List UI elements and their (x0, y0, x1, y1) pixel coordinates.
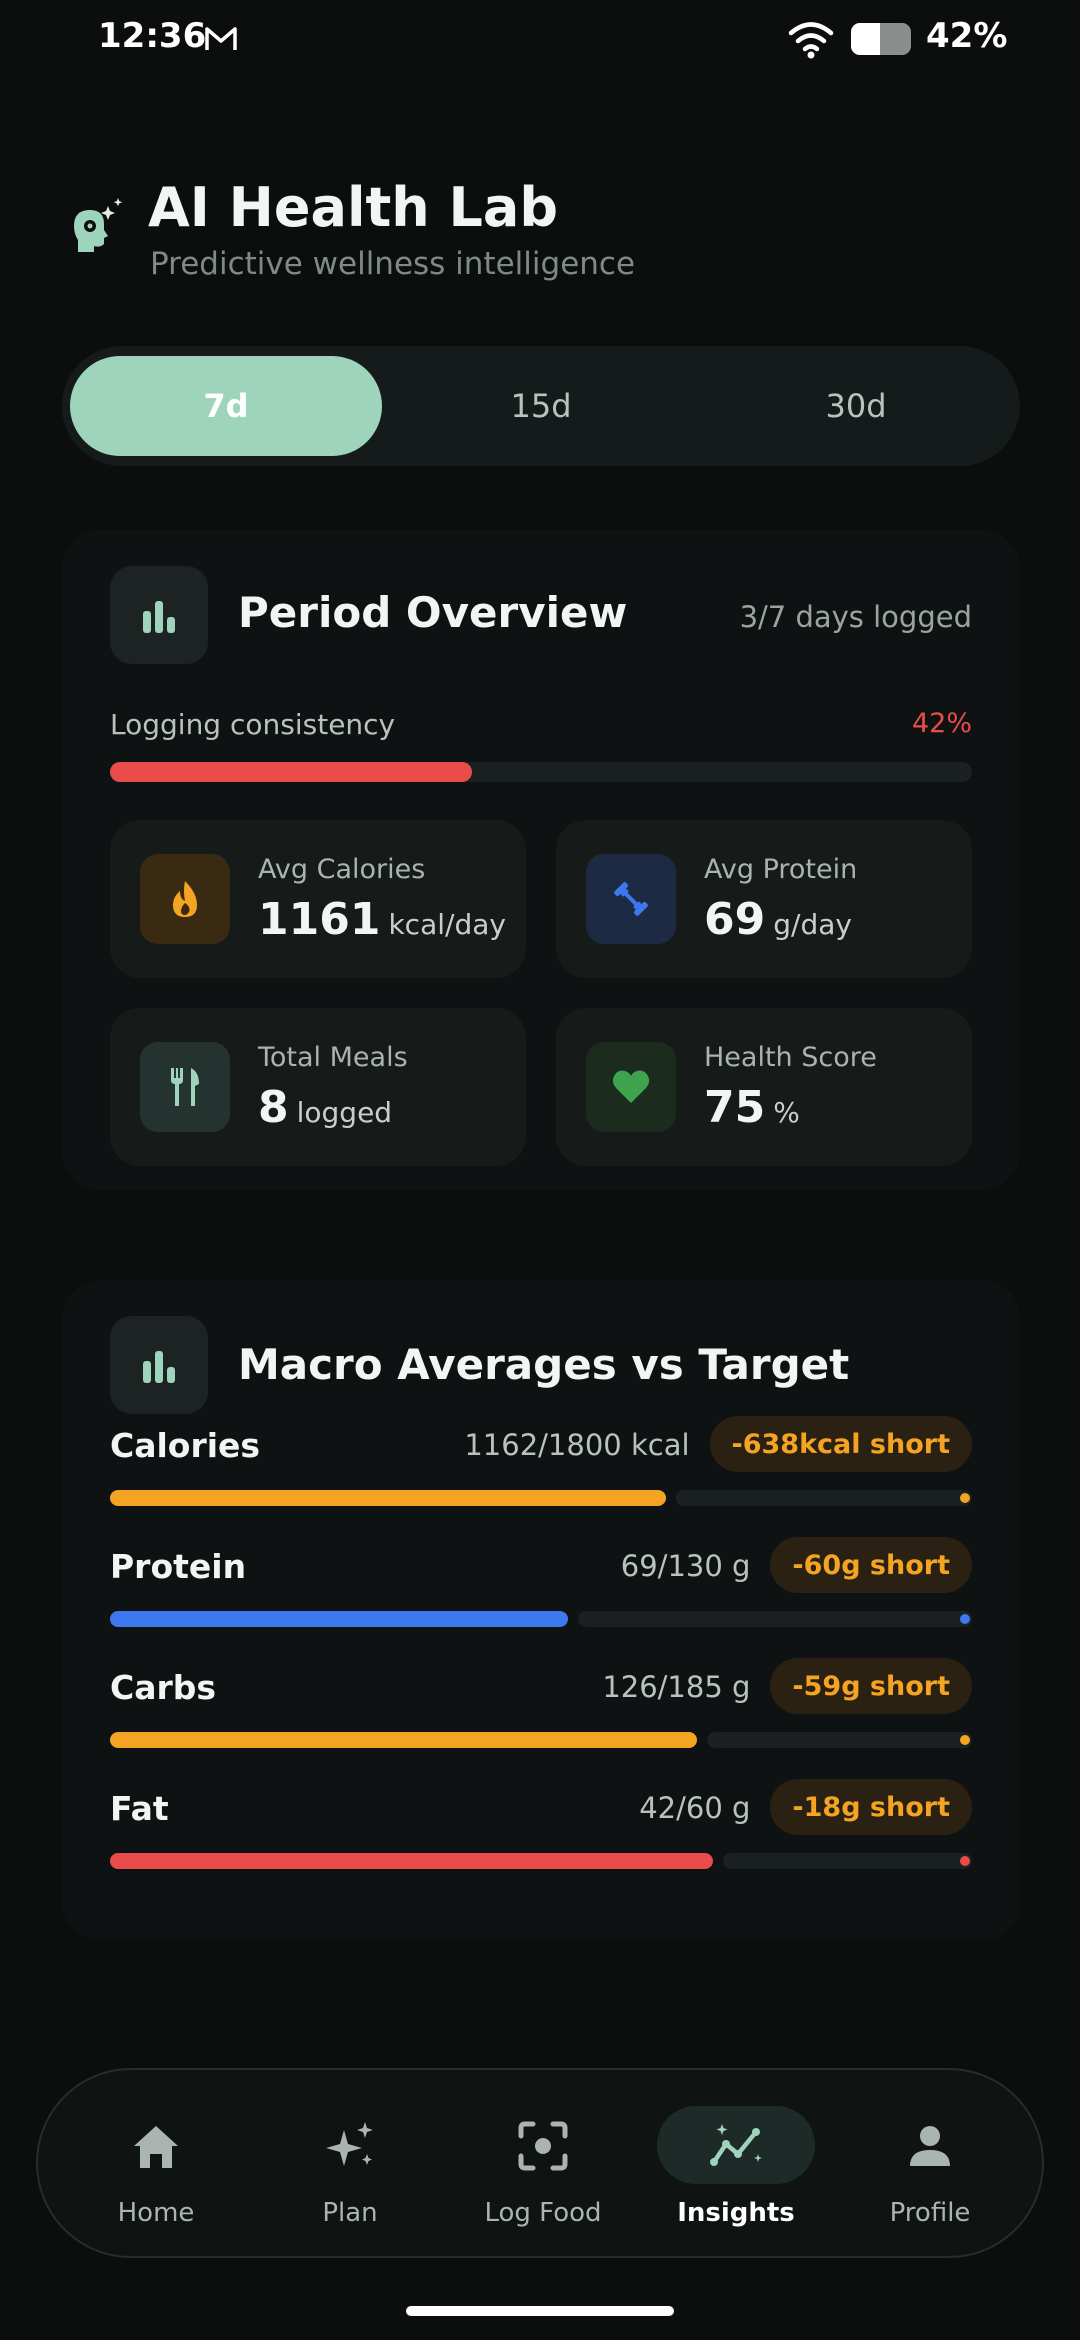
stat-icon-tile (586, 854, 676, 944)
shortfall-badge: -59g short (770, 1658, 972, 1714)
macro-name: Fat (110, 1789, 169, 1828)
consistency-bar (110, 762, 972, 782)
wifi-icon (788, 22, 834, 59)
stat-label: Avg Calories (258, 854, 426, 885)
macro-target-dot (960, 1493, 970, 1503)
macro-bar-fill (110, 1611, 568, 1627)
stat-label: Health Score (704, 1042, 877, 1073)
macro-amount: 1162/1800 kcal (464, 1428, 690, 1462)
macro-bar-remaining (578, 1611, 972, 1627)
nav-label: Plan (322, 2198, 378, 2228)
overview-title: Period Overview (238, 588, 628, 637)
shortfall-badge: -18g short (770, 1779, 972, 1835)
insights-icon (710, 2124, 762, 2166)
macro-amount: 42/60 g (639, 1791, 751, 1825)
tab-7d[interactable]: 7d (70, 356, 382, 456)
macro-bar-remaining (723, 1853, 972, 1869)
stat-icon-tile (586, 1042, 676, 1132)
bar-chart-icon (143, 1351, 175, 1383)
ai-brain-icon (74, 198, 123, 252)
macro-target-dot (960, 1735, 970, 1745)
nav-log-food[interactable]: Log Food (448, 2070, 638, 2260)
home-indicator[interactable] (406, 2306, 674, 2316)
stat-avg-calories: Avg Calories 1161 kcal/day (110, 820, 526, 978)
days-logged: 3/7 days logged (739, 600, 972, 634)
range-selector: 7d 15d 30d (62, 346, 1020, 466)
bar-chart-icon (143, 601, 175, 633)
nav-insights[interactable]: Insights (641, 2070, 831, 2260)
battery-icon (851, 23, 911, 55)
stat-label: Total Meals (258, 1042, 408, 1073)
stat-value: 69 g/day (704, 894, 852, 945)
macro-bar-fill (110, 1732, 697, 1748)
heart-icon (612, 1070, 650, 1103)
macro-bar-fill (110, 1853, 713, 1869)
stat-value: 75% (704, 1082, 800, 1133)
battery-percent: 42% (926, 16, 1008, 56)
macro-amount: 126/185 g (602, 1670, 751, 1704)
consistency-label: Logging consistency (110, 708, 396, 741)
macro-icon-tile (110, 1316, 208, 1414)
profile-icon (910, 2126, 950, 2166)
macro-target-dot (960, 1856, 970, 1866)
overview-icon-tile (110, 566, 208, 664)
shortfall-badge: -638kcal short (709, 1416, 972, 1472)
page-title: AI Health Lab (148, 176, 559, 239)
nav-plan[interactable]: Plan (255, 2070, 445, 2260)
fork-knife-icon (171, 1068, 199, 1106)
macro-name: Calories (110, 1426, 261, 1465)
tab-30d[interactable]: 30d (700, 356, 1012, 456)
nav-label: Home (117, 2198, 195, 2228)
nav-label: Log Food (484, 2198, 602, 2228)
page-subtitle: Predictive wellness intelligence (150, 246, 636, 282)
home-icon (134, 2126, 178, 2168)
macro-bar-remaining (676, 1490, 972, 1506)
scan-icon (518, 2121, 568, 2171)
dumbbell-icon (614, 882, 648, 916)
consistency-value: 42% (911, 708, 972, 739)
macro-target-dot (960, 1614, 970, 1624)
stat-icon-tile (140, 854, 230, 944)
macro-averages-card: Macro Averages vs Target Calories -638kca… (62, 1280, 1020, 1940)
macro-amount: 69/130 g (620, 1549, 751, 1583)
tab-15d[interactable]: 15d (386, 356, 696, 456)
sparkle-icon (326, 2122, 373, 2166)
nav-label: Insights (677, 2198, 795, 2228)
period-overview-card: Period Overview 3/7 days logged Logging … (62, 530, 1020, 1190)
stat-avg-protein: Avg Protein 69 g/day (556, 820, 972, 978)
nav-profile[interactable]: Profile (835, 2070, 1025, 2260)
stat-label: Avg Protein (704, 854, 858, 885)
stat-value: 8 logged (258, 1082, 393, 1133)
stat-icon-tile (140, 1042, 230, 1132)
nav-home[interactable]: Home (61, 2070, 251, 2260)
status-bar: 12:36 42% (0, 0, 1080, 80)
macro-bar-remaining (707, 1732, 972, 1748)
shortfall-badge: -60g short (770, 1537, 972, 1593)
macro-title: Macro Averages vs Target (238, 1340, 850, 1389)
bottom-nav: Home Plan Log Food Insights Profile (36, 2068, 1044, 2258)
stat-value: 1161 kcal/day (258, 894, 506, 945)
consistency-bar-fill (110, 762, 472, 782)
mail-icon (205, 27, 237, 50)
macro-name: Carbs (110, 1668, 217, 1707)
macro-name: Protein (110, 1547, 247, 1586)
stat-health-score: Health Score 75% (556, 1008, 972, 1166)
flame-icon (173, 881, 197, 917)
stat-total-meals: Total Meals 8 logged (110, 1008, 526, 1166)
status-time: 12:36 (98, 16, 207, 56)
nav-label: Profile (889, 2198, 971, 2228)
macro-bar-fill (110, 1490, 666, 1506)
